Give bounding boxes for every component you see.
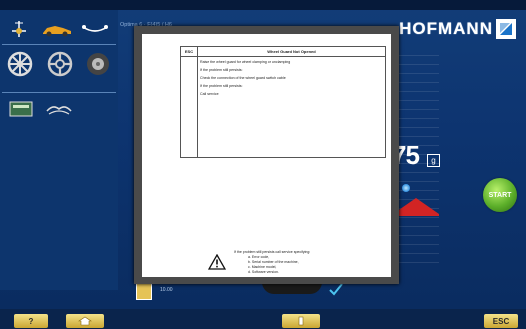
notice-item: a. Error code, [248,255,270,259]
notice-list: a. Error code, b. Serial number of the m… [248,255,299,275]
brand-logo: HOFMANN [399,18,516,40]
step-text: Raise the wheel guard for wheel clamping… [200,60,291,64]
error-table: ESC Wheel Guard Not Opened Raise the whe… [180,46,386,158]
service-notice: If the problem still persists call servi… [208,250,368,274]
error-title: Wheel Guard Not Opened [197,46,386,57]
help-button[interactable]: ? [14,314,48,328]
wheel-steel-icon[interactable] [46,50,74,78]
error-dialog: ESC Wheel Guard Not Opened Raise the whe… [134,26,399,284]
notice-item: b. Serial number of the machine, [248,260,299,264]
balance-icon[interactable] [8,18,30,40]
top-bar [0,0,526,10]
weight-unit: g [427,154,440,167]
info-icon [298,316,304,326]
display-icon[interactable] [8,100,34,118]
home-button[interactable] [66,314,104,328]
step-text: Call service [200,92,219,96]
error-page: ESC Wheel Guard Not Opened Raise the whe… [142,34,391,277]
tyre-icon[interactable] [84,50,112,78]
red-indicator-icon [393,198,439,216]
brand-mark-icon [496,19,516,39]
toolbar-divider [2,92,116,93]
position-indicator [402,184,410,192]
error-steps: Raise the wheel guard for wheel clamping… [197,56,386,158]
balancer-screen: Optima 6 · F(4)5 / H6 HOFMANN 75 g START… [0,0,526,329]
esc-button[interactable]: ESC [484,314,518,328]
wheel-alloy-icon[interactable] [6,50,34,78]
toolbar-divider [2,44,116,45]
left-toolbar [0,10,118,290]
car-icon[interactable] [40,22,74,38]
step-text: If the problem still persists: [200,68,243,72]
notice-text: If the problem still persists call servi… [234,250,311,254]
notice-item: c. Machine model, [248,265,277,269]
warning-icon [208,254,226,270]
step-text: Check the connection of the wheel guard … [200,76,286,80]
home-icon [78,316,92,326]
step-text: If the problem still persists: [200,84,243,88]
status-label: 10.00 [160,287,173,293]
error-code-cell [180,56,198,158]
error-code-header: ESC [180,46,198,57]
cloud-icon[interactable] [44,100,74,118]
notice-item: d. Software version. [248,270,279,274]
brand-name: HOFMANN [399,19,493,38]
start-button[interactable]: START [483,178,517,212]
check-icon [329,283,343,296]
info-button[interactable] [282,314,320,328]
axle-icon[interactable] [80,22,110,38]
